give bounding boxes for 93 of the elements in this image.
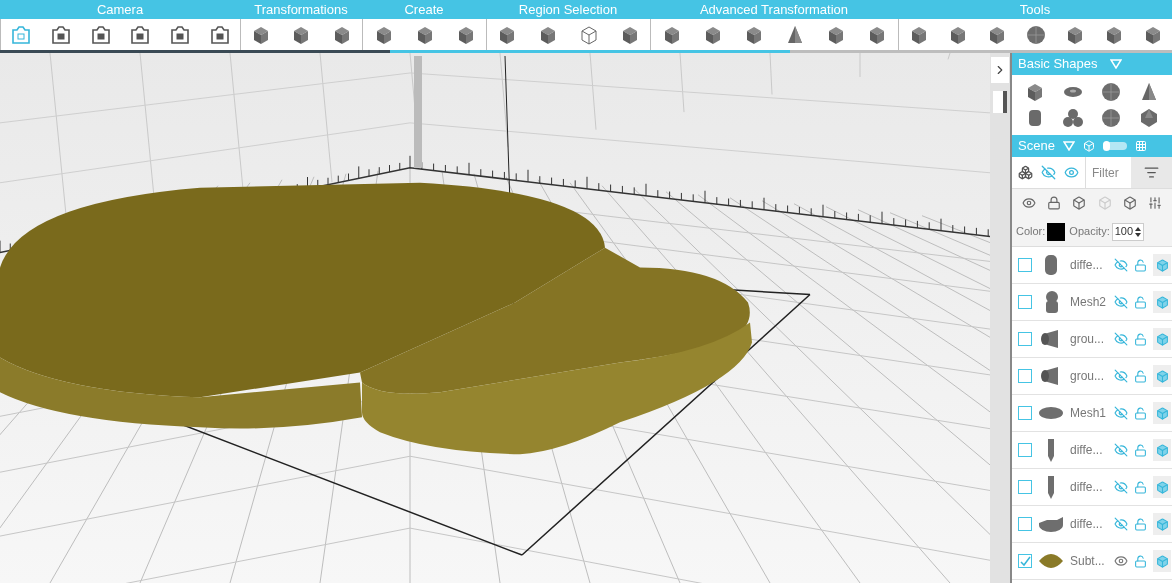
camera-icon[interactable] xyxy=(49,23,72,46)
unlock-icon[interactable] xyxy=(1134,554,1147,568)
hide-all-icon[interactable] xyxy=(1041,165,1056,180)
hidden-eye-icon[interactable] xyxy=(1114,369,1128,383)
eye-icon[interactable] xyxy=(1021,196,1036,210)
cube-icon[interactable] xyxy=(1122,196,1137,210)
lock-icon[interactable] xyxy=(1047,196,1061,210)
scene-item[interactable]: diffe... xyxy=(1012,469,1172,506)
unlock-icon[interactable] xyxy=(1134,517,1147,531)
pin-thumbnail xyxy=(1048,475,1054,499)
checkbox[interactable] xyxy=(1018,443,1032,457)
hidden-eye-icon[interactable] xyxy=(1114,480,1128,494)
basic-shapes-title: Basic Shapes xyxy=(1018,55,1098,74)
unlock-icon[interactable] xyxy=(1134,443,1147,457)
cube-icon xyxy=(1155,332,1169,346)
scene-item[interactable]: Mesh1 xyxy=(1012,395,1172,432)
spinner-arrows-icon[interactable] xyxy=(1135,226,1142,237)
scene-item[interactable]: diffe... xyxy=(1012,247,1172,284)
toolbar-group-header: Transformations xyxy=(240,0,362,19)
item-name: Mesh2 xyxy=(1070,294,1108,311)
filter-icon xyxy=(1144,165,1159,180)
hidden-eye-icon[interactable] xyxy=(1114,443,1128,457)
cube-icon[interactable] xyxy=(1072,196,1087,210)
sphere-icon[interactable] xyxy=(1100,107,1122,129)
camera-icon[interactable] xyxy=(169,23,192,46)
toolbar-group-header: Tools xyxy=(898,0,1172,19)
unlock-icon[interactable] xyxy=(1134,295,1147,309)
toolbar-group-header: Region Selection xyxy=(486,0,650,19)
filter-button[interactable] xyxy=(1131,157,1172,188)
opacity-label: Opacity: xyxy=(1069,224,1110,240)
cube-icon xyxy=(1155,369,1169,383)
item-name: grou... xyxy=(1070,331,1106,348)
hidden-eye-icon[interactable] xyxy=(1114,295,1128,309)
hidden-eye-icon[interactable] xyxy=(1114,332,1128,346)
cube-icon xyxy=(1155,258,1169,272)
unlock-icon[interactable] xyxy=(1134,406,1147,420)
sphere-icon[interactable] xyxy=(1100,81,1122,103)
checkbox[interactable] xyxy=(1018,295,1032,309)
item-name: diffe... xyxy=(1070,257,1104,274)
checkbox[interactable] xyxy=(1018,554,1032,568)
group-icon[interactable] xyxy=(1018,165,1033,180)
item-name: Mesh1 xyxy=(1070,405,1108,422)
cube-icon xyxy=(1155,554,1169,568)
hidden-eye-icon[interactable] xyxy=(1114,406,1128,420)
item-name: diffe... xyxy=(1070,442,1104,459)
hidden-eye-icon[interactable] xyxy=(1114,258,1128,272)
unlock-icon[interactable] xyxy=(1134,369,1147,383)
color-swatch[interactable] xyxy=(1047,222,1066,241)
visible-eye-icon[interactable] xyxy=(1114,554,1128,568)
toolbar-group-header: Camera xyxy=(0,0,240,19)
show-all-icon[interactable] xyxy=(1064,165,1079,180)
cube-icon xyxy=(1155,406,1169,420)
sliders-icon[interactable] xyxy=(1148,196,1163,210)
item-name: grou... xyxy=(1070,368,1106,385)
hidden-eye-icon[interactable] xyxy=(1114,517,1128,531)
checkbox[interactable] xyxy=(1018,480,1032,494)
scene-item[interactable]: diffe... xyxy=(1012,432,1172,469)
unlock-icon[interactable] xyxy=(1134,258,1147,272)
item-name: diffe... xyxy=(1070,516,1104,533)
opacity-field[interactable]: 100 xyxy=(1111,222,1145,241)
scene-item[interactable]: grou... xyxy=(1012,321,1172,358)
cube-icon xyxy=(1155,443,1169,457)
item-name: diffe... xyxy=(1070,479,1104,496)
icosahedron-icon[interactable] xyxy=(1138,107,1160,129)
checkbox[interactable] xyxy=(1018,406,1032,420)
3d-viewport-drawing[interactable] xyxy=(0,53,990,583)
scene-item[interactable]: diffe... xyxy=(1012,506,1172,543)
toolbar-group-header: Create xyxy=(362,0,486,19)
sphere-icon[interactable] xyxy=(1024,23,1047,46)
cube-icon xyxy=(1155,517,1169,531)
camera-icon[interactable] xyxy=(89,23,112,46)
unlock-icon[interactable] xyxy=(1134,332,1147,346)
item-name: Subt... xyxy=(1070,553,1106,570)
checkbox[interactable] xyxy=(1018,258,1032,272)
unlock-icon[interactable] xyxy=(1134,480,1147,494)
color-label: Color: xyxy=(1016,224,1046,240)
checkbox[interactable] xyxy=(1018,369,1032,383)
camera-icon[interactable] xyxy=(209,23,232,46)
view-toggle-switch[interactable] xyxy=(1102,142,1127,150)
checkbox[interactable] xyxy=(1018,517,1032,531)
scene-item[interactable]: Subt... xyxy=(1012,543,1172,580)
cube-icon xyxy=(1155,295,1169,309)
pin-thumbnail xyxy=(1048,438,1054,462)
scene-item[interactable]: grou... xyxy=(1012,358,1172,395)
scene-title: Scene xyxy=(1018,137,1055,156)
toolbar-group-header: Advanced Transformation xyxy=(650,0,898,19)
scene-item[interactable]: Mesh2 xyxy=(1012,284,1172,321)
cube-icon xyxy=(1155,480,1169,494)
expand-button[interactable] xyxy=(991,57,1009,83)
panel-tab[interactable] xyxy=(993,91,1007,113)
camera-icon[interactable] xyxy=(129,23,152,46)
checkbox[interactable] xyxy=(1018,332,1032,346)
knot-icon[interactable] xyxy=(1062,107,1084,129)
